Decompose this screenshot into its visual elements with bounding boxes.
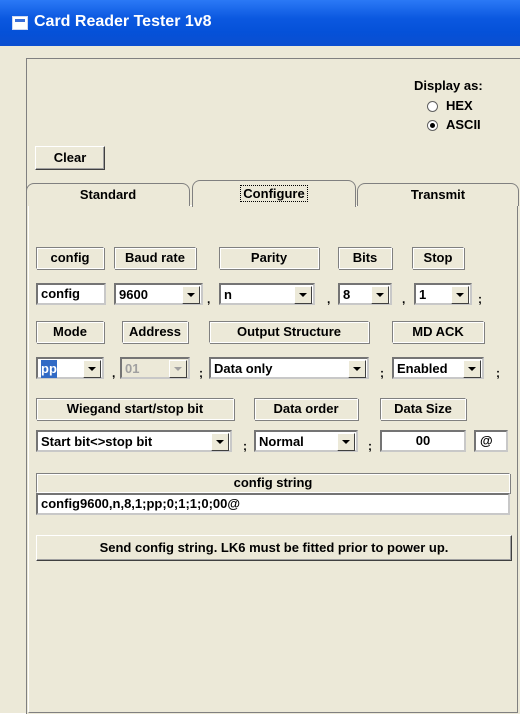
baud-rate-header: Baud rate (114, 247, 196, 269)
separator: , (207, 292, 211, 306)
bits-select[interactable]: 8 (338, 283, 392, 305)
ascii-radio[interactable] (427, 120, 438, 131)
config-header: config (36, 247, 104, 269)
chevron-down-icon[interactable] (83, 360, 101, 378)
mode-value: pp (41, 360, 57, 378)
separator: , (112, 366, 116, 380)
data-order-value: Normal (259, 434, 304, 449)
tab-standard[interactable]: Standard (26, 183, 190, 206)
tab-configure[interactable]: Configure (192, 180, 356, 207)
chevron-down-icon (169, 360, 187, 378)
hex-radio-label: HEX (446, 98, 473, 113)
chevron-down-icon[interactable] (182, 286, 200, 304)
separator: , (327, 292, 331, 306)
separator: , (402, 292, 406, 306)
window-title: Card Reader Tester 1v8 (34, 13, 212, 30)
baud-rate-select[interactable]: 9600 (114, 283, 203, 305)
tab-configure-label: Configure (240, 185, 308, 202)
chevron-down-icon[interactable] (337, 433, 355, 451)
stop-select[interactable]: 1 (414, 283, 472, 305)
title-bar[interactable]: Card Reader Tester 1v8 (0, 0, 520, 46)
chevron-down-icon[interactable] (294, 286, 312, 304)
chevron-down-icon[interactable] (451, 286, 469, 304)
data-order-select[interactable]: Normal (254, 430, 358, 452)
wiegand-header: Wiegand start/stop bit (36, 398, 234, 420)
mode-header: Mode (36, 321, 104, 343)
chevron-down-icon[interactable] (371, 286, 389, 304)
parity-header: Parity (219, 247, 319, 269)
data-size-input[interactable]: 00 (380, 430, 466, 452)
md-ack-value: Enabled (397, 361, 448, 376)
output-structure-select[interactable]: Data only (209, 357, 369, 379)
output-structure-value: Data only (214, 361, 273, 376)
bits-value: 8 (343, 287, 351, 302)
separator: ; (199, 366, 203, 380)
stop-value: 1 (419, 287, 427, 302)
separator: ; (380, 366, 384, 380)
app-icon (12, 16, 28, 30)
separator: ; (496, 366, 500, 380)
md-ack-select[interactable]: Enabled (392, 357, 484, 379)
ascii-radio-label: ASCII (446, 117, 481, 132)
config-input[interactable]: config (36, 283, 106, 305)
data-order-header: Data order (254, 398, 358, 420)
chevron-down-icon[interactable] (211, 433, 229, 451)
display-as-label: Display as: (414, 78, 483, 93)
wiegand-select[interactable]: Start bit<>stop bit (36, 430, 232, 452)
clear-button[interactable]: Clear (35, 146, 105, 170)
send-config-button[interactable]: Send config string. LK6 must be fitted p… (36, 535, 512, 561)
md-ack-header: MD ACK (392, 321, 484, 343)
parity-value: n (224, 287, 232, 302)
config-string-value: config9600,n,8,1;pp;0;1;1;0;00@ (41, 496, 241, 511)
config-string-label: config string (36, 473, 510, 493)
baud-rate-value: 9600 (119, 287, 148, 302)
bits-header: Bits (338, 247, 392, 269)
address-select: 01 (120, 357, 190, 379)
hex-radio[interactable] (427, 101, 438, 112)
address-header: Address (122, 321, 188, 343)
separator: ; (368, 439, 372, 453)
app-window: Card Reader Tester 1v8 Display as: HEX A… (0, 0, 520, 714)
wiegand-value: Start bit<>stop bit (41, 434, 153, 449)
terminator-input[interactable]: @ (474, 430, 508, 452)
mode-select[interactable]: pp (36, 357, 104, 379)
tab-panel-configure (28, 205, 518, 713)
separator: ; (478, 292, 482, 306)
config-string-field[interactable]: config9600,n,8,1;pp;0;1;1;0;00@ (36, 493, 510, 515)
chevron-down-icon[interactable] (463, 360, 481, 378)
output-structure-header: Output Structure (209, 321, 369, 343)
stop-header: Stop (412, 247, 464, 269)
chevron-down-icon[interactable] (348, 360, 366, 378)
data-size-header: Data Size (380, 398, 466, 420)
tab-transmit[interactable]: Transmit (357, 183, 519, 206)
separator: ; (243, 439, 247, 453)
parity-select[interactable]: n (219, 283, 315, 305)
address-value: 01 (125, 361, 140, 376)
